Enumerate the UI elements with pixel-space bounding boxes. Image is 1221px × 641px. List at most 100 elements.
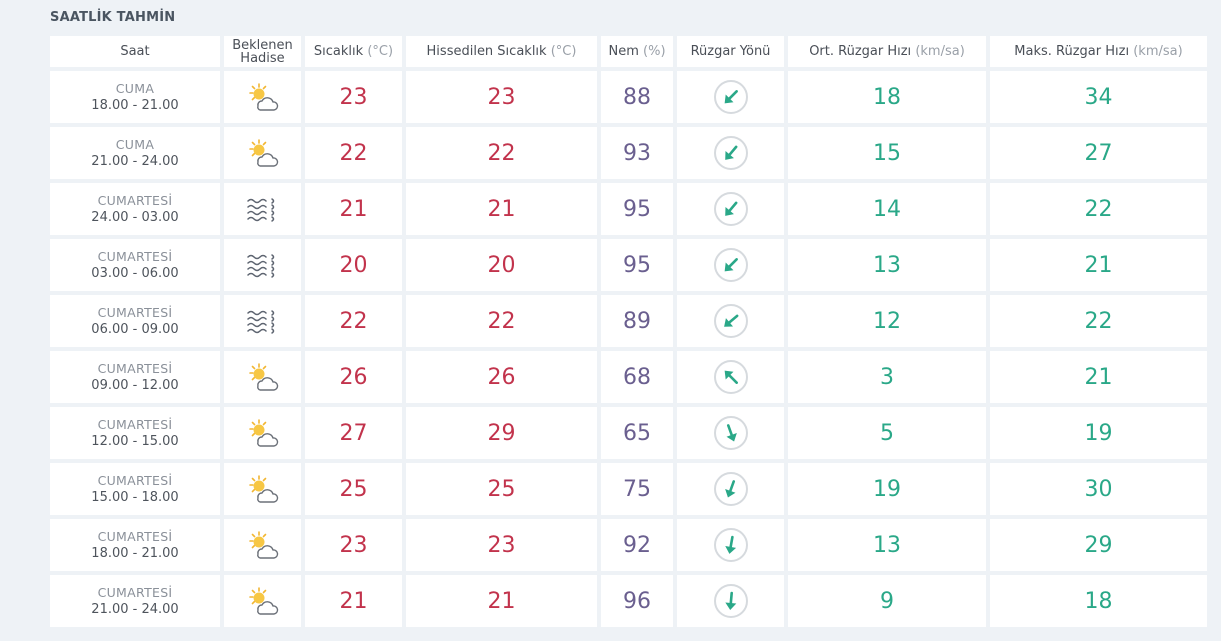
table-row: CUMARTESİ 12.00 - 15.00 27 29 65 5 19 <box>50 407 1207 459</box>
partly-cloudy-icon <box>224 417 301 449</box>
cell-ort-ruzgar: 13 <box>788 239 986 291</box>
table-row: CUMA 21.00 - 24.00 22 22 93 15 27 <box>50 127 1207 179</box>
cell-ort-ruzgar: 14 <box>788 183 986 235</box>
cell-sicaklik: 21 <box>305 183 402 235</box>
cell-nem: 93 <box>601 127 673 179</box>
partly-cloudy-icon <box>224 361 301 393</box>
cell-hissedilen: 22 <box>406 127 597 179</box>
cell-maks-ruzgar: 30 <box>990 463 1207 515</box>
cell-hadise <box>224 575 301 627</box>
row-feels-like: 21 <box>487 196 516 222</box>
cell-maks-ruzgar: 21 <box>990 239 1207 291</box>
row-wind-avg: 12 <box>873 308 901 334</box>
cell-hissedilen: 29 <box>406 407 597 459</box>
row-humidity: 96 <box>623 588 651 614</box>
row-humidity: 93 <box>623 140 651 166</box>
header-sicaklik: Sıcaklık (°C) <box>305 36 402 67</box>
cell-hadise <box>224 71 301 123</box>
cell-maks-ruzgar: 18 <box>990 575 1207 627</box>
cell-sicaklik: 27 <box>305 407 402 459</box>
cell-ruzgar-yonu <box>677 71 784 123</box>
row-humidity: 95 <box>623 196 651 222</box>
header-ort-ruzgar: Ort. Rüzgar Hızı (km/sa) <box>788 36 986 67</box>
row-wind-avg: 19 <box>873 476 901 502</box>
header-ruzgar-yonu-label: Rüzgar Yönü <box>690 44 771 59</box>
cell-saat: CUMARTESİ 18.00 - 21.00 <box>50 519 220 571</box>
row-feels-like: 29 <box>487 420 516 446</box>
row-feels-like: 21 <box>487 588 516 614</box>
partly-cloudy-icon <box>224 137 301 169</box>
wind-direction-dial <box>713 528 748 562</box>
row-feels-like: 22 <box>487 308 516 334</box>
header-sicaklik-unit: (°C) <box>367 44 394 59</box>
cell-ort-ruzgar: 13 <box>788 519 986 571</box>
cell-nem: 89 <box>601 295 673 347</box>
row-time: 03.00 - 06.00 <box>91 266 179 281</box>
wind-direction-dial <box>713 584 748 618</box>
partly-cloudy-icon <box>224 529 301 561</box>
row-wind-avg: 18 <box>873 84 901 110</box>
cell-hadise <box>224 463 301 515</box>
row-wind-avg: 9 <box>880 588 894 614</box>
cell-sicaklik: 26 <box>305 351 402 403</box>
wind-arrow-icon <box>724 90 738 104</box>
cell-saat: CUMARTESİ 24.00 - 03.00 <box>50 183 220 235</box>
cell-maks-ruzgar: 22 <box>990 183 1207 235</box>
row-feels-like: 22 <box>487 140 516 166</box>
row-wind-avg: 14 <box>873 196 901 222</box>
wind-direction-dial <box>713 304 748 338</box>
header-ort-ruzgar-label: Ort. Rüzgar Hızı <box>809 44 912 59</box>
cell-maks-ruzgar: 34 <box>990 71 1207 123</box>
row-feels-like: 20 <box>487 252 516 278</box>
row-day: CUMARTESİ <box>97 585 173 600</box>
cell-ort-ruzgar: 15 <box>788 127 986 179</box>
cell-hadise <box>224 183 301 235</box>
row-temperature: 20 <box>339 252 368 278</box>
row-wind-avg: 13 <box>873 252 901 278</box>
table-row: CUMARTESİ 15.00 - 18.00 25 25 75 19 30 <box>50 463 1207 515</box>
table-row: CUMARTESİ 21.00 - 24.00 21 21 96 9 18 <box>50 575 1207 627</box>
cell-ruzgar-yonu <box>677 239 784 291</box>
row-humidity: 65 <box>623 420 651 446</box>
fog-icon <box>224 249 301 281</box>
row-wind-max: 27 <box>1084 140 1113 166</box>
cell-saat: CUMA 18.00 - 21.00 <box>50 71 220 123</box>
row-wind-avg: 15 <box>873 140 901 166</box>
row-wind-max: 18 <box>1084 588 1113 614</box>
header-ort-ruzgar-unit: (km/sa) <box>915 44 965 59</box>
row-temperature: 21 <box>339 588 368 614</box>
table-row: CUMA 18.00 - 21.00 23 23 88 18 34 <box>50 71 1207 123</box>
cell-maks-ruzgar: 27 <box>990 127 1207 179</box>
header-maks-ruzgar: Maks. Rüzgar Hızı (km/sa) <box>990 36 1207 67</box>
row-humidity: 68 <box>623 364 651 390</box>
cell-ruzgar-yonu <box>677 295 784 347</box>
row-humidity: 88 <box>623 84 651 110</box>
row-time: 18.00 - 21.00 <box>91 546 179 561</box>
row-time: 18.00 - 21.00 <box>91 98 179 113</box>
row-time: 15.00 - 18.00 <box>91 490 179 505</box>
row-humidity: 92 <box>623 532 651 558</box>
wind-arrow-icon <box>724 201 737 216</box>
cell-saat: CUMA 21.00 - 24.00 <box>50 127 220 179</box>
cell-ruzgar-yonu <box>677 351 784 403</box>
cell-hadise <box>224 407 301 459</box>
section-title: SAATLİK TAHMİN <box>50 10 176 25</box>
header-nem: Nem (%) <box>601 36 673 67</box>
header-maks-ruzgar-unit: (km/sa) <box>1133 44 1183 59</box>
cell-ort-ruzgar: 5 <box>788 407 986 459</box>
cell-hissedilen: 23 <box>406 71 597 123</box>
cell-hadise <box>224 519 301 571</box>
row-temperature: 23 <box>339 84 368 110</box>
row-wind-avg: 5 <box>880 420 894 446</box>
cell-maks-ruzgar: 21 <box>990 351 1207 403</box>
row-feels-like: 25 <box>487 476 516 502</box>
header-ruzgar-yonu: Rüzgar Yönü <box>677 36 784 67</box>
row-day: CUMARTESİ <box>97 193 173 208</box>
cell-hadise <box>224 127 301 179</box>
header-sicaklik-label: Sıcaklık <box>313 44 364 59</box>
row-day: CUMARTESİ <box>97 361 173 376</box>
wind-arrow-icon <box>724 591 736 610</box>
cell-sicaklik: 23 <box>305 71 402 123</box>
cell-nem: 95 <box>601 183 673 235</box>
row-time: 21.00 - 24.00 <box>91 602 179 617</box>
